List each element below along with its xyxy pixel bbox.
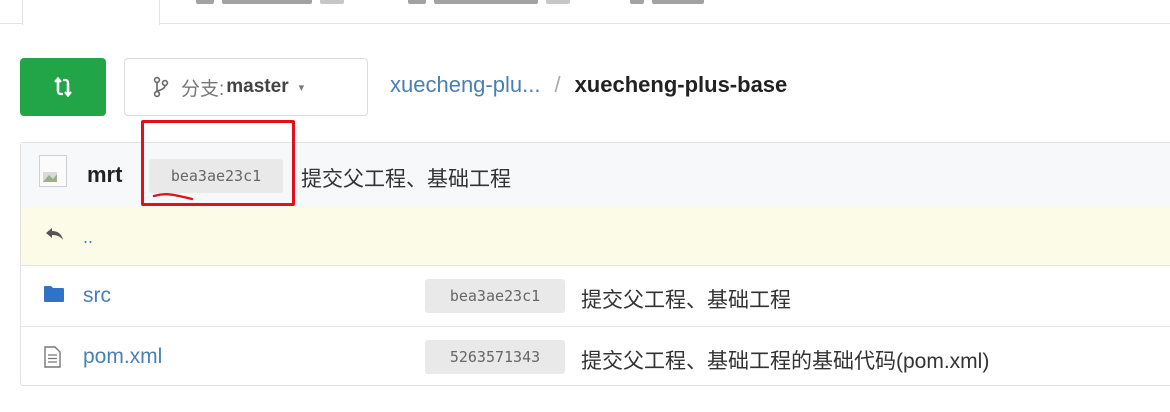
- tab-issues[interactable]: [196, 0, 346, 22]
- folder-icon: [44, 286, 64, 302]
- chevron-down-icon: ▾: [298, 81, 305, 94]
- file-icon: [44, 346, 61, 368]
- breadcrumb: xuecheng-plu... / xuecheng-plus-base: [390, 72, 787, 98]
- commit-author[interactable]: mrt: [87, 162, 122, 188]
- table-row: pom.xml 5263571343 提交父工程、基础工程的基础代码(pom.x…: [21, 326, 1170, 387]
- breadcrumb-parent-link[interactable]: xuecheng-plu...: [390, 72, 540, 98]
- reply-arrow-icon: [46, 228, 63, 240]
- commit-sha-badge[interactable]: 5263571343: [425, 340, 565, 374]
- tab-pull-requests[interactable]: [408, 0, 570, 22]
- breadcrumb-current: xuecheng-plus-base: [574, 72, 788, 97]
- annotation-underline: [152, 193, 194, 201]
- file-commit-message[interactable]: 提交父工程、基础工程: [581, 284, 791, 314]
- parent-directory-row[interactable]: ..: [21, 207, 1170, 266]
- tab-files[interactable]: [22, 0, 160, 26]
- branch-selector[interactable]: 分支: master ▾: [124, 58, 368, 116]
- compare-arrows-icon: [54, 76, 72, 98]
- repo-tabs: [0, 0, 1170, 26]
- commit-sha-badge[interactable]: bea3ae23c1: [425, 279, 565, 313]
- branch-name: master: [226, 76, 289, 97]
- compare-button[interactable]: [20, 58, 106, 116]
- breadcrumb-separator: /: [554, 72, 561, 97]
- parent-directory-link[interactable]: ..: [83, 227, 93, 248]
- file-name-link[interactable]: src: [83, 284, 111, 308]
- branch-prefix: 分支:: [181, 78, 225, 100]
- commit-message[interactable]: 提交父工程、基础工程: [301, 163, 511, 193]
- table-row: src bea3ae23c1 提交父工程、基础工程: [21, 265, 1170, 327]
- git-branch-icon: [153, 76, 169, 98]
- avatar: [39, 155, 67, 187]
- broken-image-icon: [43, 172, 57, 182]
- tab-divider: [0, 23, 1170, 24]
- tab-more[interactable]: [630, 0, 710, 22]
- file-commit-message[interactable]: 提交父工程、基础工程的基础代码(pom.xml): [581, 345, 989, 375]
- file-name-link[interactable]: pom.xml: [83, 345, 162, 369]
